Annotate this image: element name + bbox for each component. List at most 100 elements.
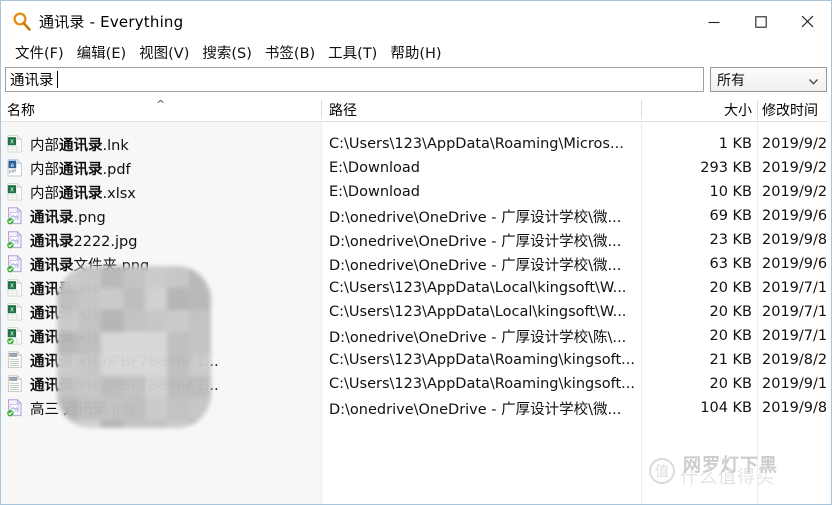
search-input-value: 通讯录: [10, 73, 54, 89]
row-size-cell: 20 KB: [709, 376, 752, 392]
row-path-cell: D:\onedrive\OneDrive - 广厚设计学校\微...: [329, 209, 622, 226]
image-file-icon: [6, 230, 23, 249]
row-name-cell[interactable]: 通讯录.png: [6, 204, 106, 228]
column-header-date[interactable]: 修改时间: [762, 97, 818, 122]
row-date-cell: 2019/9/2: [762, 136, 828, 152]
row-date-cell: 2019/8/2: [762, 352, 828, 368]
mosaic-block: [145, 288, 167, 310]
mosaic-block: [57, 398, 79, 420]
row-name-cell[interactable]: x 内部通讯录.xlsx: [7, 180, 136, 204]
menu-edit-label: 编辑(E): [76, 46, 127, 62]
row-date-cell: 2019/9/6: [762, 208, 828, 224]
mosaic-block: [123, 288, 145, 310]
row-size-cell: 20 KB: [709, 304, 752, 320]
maximize-button[interactable]: [737, 1, 784, 42]
svg-text:x: x: [10, 306, 14, 314]
mosaic-block: [189, 332, 211, 354]
menu-view-label: 视图(V): [139, 46, 190, 62]
mosaic-block: [79, 398, 101, 420]
results-list[interactable]: x 内部通讯录.lnk C:\Users\123\AppData\Roaming\…: [1, 122, 831, 504]
row-date-cell: 2019/9/8: [762, 232, 828, 248]
search-input[interactable]: 通讯录: [5, 67, 704, 92]
svg-text:e: e: [10, 161, 14, 169]
mosaic-block: [101, 398, 123, 420]
filter-dropdown-value: 所有: [717, 72, 745, 89]
row-name-cell[interactable]: e pdf 内部通讯录.pdf: [7, 156, 131, 180]
column-divider-name-path[interactable]: [321, 100, 322, 119]
mosaic-block: [145, 266, 167, 288]
menu-edit[interactable]: 编辑(E): [71, 41, 133, 64]
table-row[interactable]: 通讯录.png D:\onedrive\OneDrive - 广厚设计学校\微..…: [1, 204, 831, 228]
column-divider-size-date[interactable]: [757, 100, 758, 119]
table-row[interactable]: 通讯录2222.jpg D:\onedrive\OneDrive - 广厚设计学校…: [1, 228, 831, 252]
mosaic-block: [189, 420, 211, 428]
excel-file-icon: x: [6, 326, 23, 345]
sort-ascending-icon: ^: [156, 98, 166, 111]
row-path-cell: C:\Users\123\AppData\Roaming\kingsoft...: [329, 376, 636, 392]
row-size-cell: 10 KB: [709, 184, 752, 200]
row-path-cell: D:\onedrive\OneDrive - 广厚设计学校\微...: [329, 401, 622, 418]
row-name-cell[interactable]: x 内部通讯录.lnk: [7, 132, 129, 156]
menu-bookmarks[interactable]: 书签(B): [259, 41, 322, 64]
mosaic-block: [123, 420, 145, 428]
chevron-down-icon: [807, 73, 820, 86]
filter-dropdown[interactable]: 所有: [710, 67, 827, 92]
mosaic-block: [189, 266, 211, 288]
mosaic-block: [167, 310, 189, 332]
mosaic-block: [101, 420, 123, 428]
mosaic-block: [189, 354, 211, 376]
menu-search[interactable]: 搜索(S): [196, 41, 259, 64]
menu-bookmarks-label: 书签(B): [264, 46, 316, 62]
row-size-cell: 69 KB: [709, 208, 752, 224]
column-header-path-label: 路径: [329, 102, 357, 119]
row-name-cell[interactable]: 通讯录2222.jpg: [6, 228, 137, 252]
mosaic-block: [123, 310, 145, 332]
mosaic-block: [57, 332, 79, 354]
svg-text:pdf: pdf: [9, 169, 16, 174]
menu-help[interactable]: 帮助(H): [384, 41, 448, 64]
column-header-path[interactable]: 路径: [329, 97, 357, 122]
row-size-cell: 23 KB: [709, 232, 752, 248]
minimize-button[interactable]: [690, 1, 737, 42]
svg-text:x: x: [10, 282, 14, 290]
image-file-icon: [6, 398, 23, 417]
row-path-cell: D:\onedrive\OneDrive - 广厚设计学校\陈\...: [329, 329, 627, 346]
row-date-cell: 2019/7/1: [762, 304, 828, 320]
row-size-cell: 63 KB: [709, 256, 752, 272]
column-header-size[interactable]: 大小: [646, 97, 752, 122]
text-caret: [56, 71, 58, 88]
row-size-cell: 1 KB: [718, 136, 752, 152]
column-header-name[interactable]: 名称: [7, 97, 35, 122]
mosaic-block: [79, 420, 101, 428]
menu-file[interactable]: 文件(F): [9, 41, 71, 64]
mosaic-block: [101, 332, 123, 354]
menu-help-label: 帮助(H): [390, 46, 442, 62]
table-row[interactable]: x 内部通讯录.lnk C:\Users\123\AppData\Roaming\…: [1, 132, 831, 156]
table-row[interactable]: x 内部通讯录.xlsx E:\Download 10 KB 2019/9/2: [1, 180, 831, 204]
menu-tools[interactable]: 工具(T): [322, 41, 384, 64]
row-path-cell: C:\Users\123\AppData\Roaming\Micros...: [329, 136, 624, 152]
mosaic-block: [101, 288, 123, 310]
column-divider-path-size[interactable]: [641, 100, 642, 119]
row-date-cell: 2019/9/2: [762, 184, 828, 200]
row-file-name: 内部通讯录.pdf: [30, 161, 131, 178]
row-date-cell: 2019/9/6: [762, 256, 828, 272]
column-header-date-label: 修改时间: [762, 102, 818, 119]
mosaic-block: [57, 354, 79, 376]
vertical-scroll-track[interactable]: [828, 97, 831, 504]
menu-view[interactable]: 视图(V): [133, 41, 196, 64]
row-date-cell: 2019/9/8: [762, 400, 828, 416]
svg-text:x: x: [10, 186, 14, 194]
close-button[interactable]: [784, 1, 831, 42]
row-path-cell: E:\Download: [329, 160, 421, 176]
mosaic-block: [79, 376, 101, 398]
table-row[interactable]: e pdf 内部通讯录.pdf E:\Download 293 KB 2019/9/2: [1, 156, 831, 180]
mosaic-block: [167, 376, 189, 398]
mosaic-block: [167, 420, 189, 428]
mosaic-block: [101, 376, 123, 398]
mosaic-block: [101, 266, 123, 288]
mosaic-block: [123, 398, 145, 420]
row-size-cell: 20 KB: [709, 328, 752, 344]
mosaic-block: [189, 288, 211, 310]
mosaic-block: [167, 398, 189, 420]
